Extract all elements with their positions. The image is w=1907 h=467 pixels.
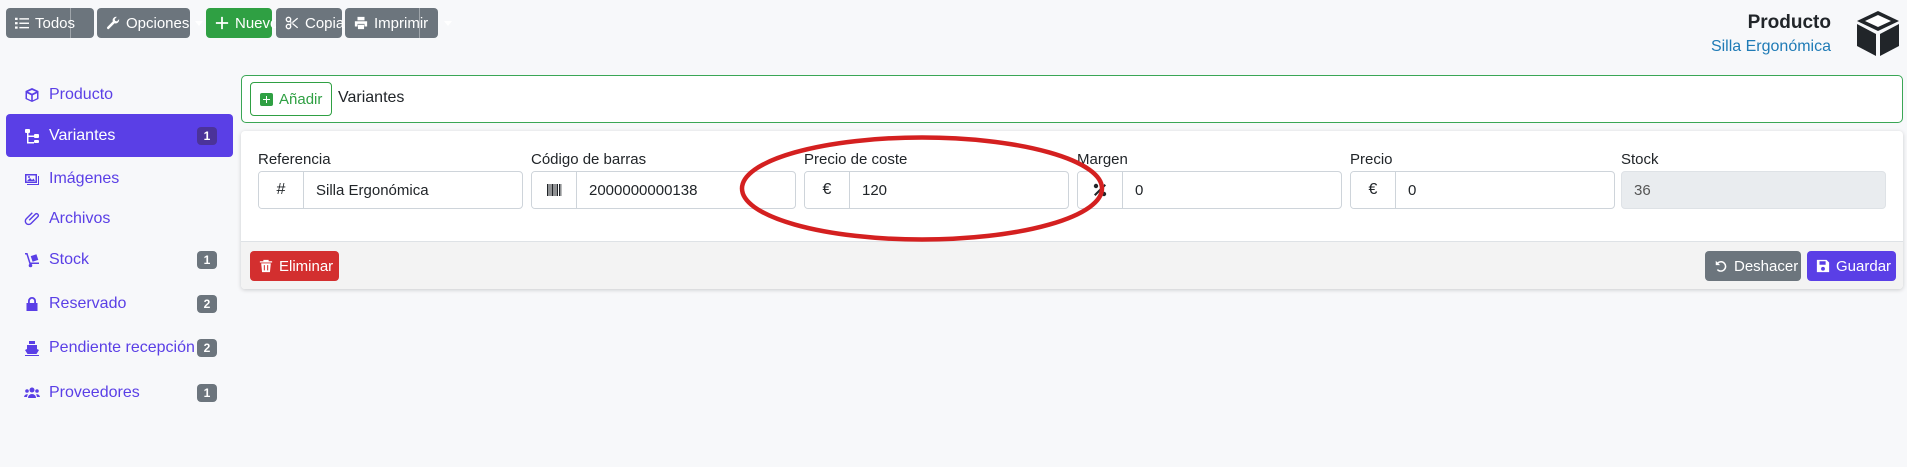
cube-icon	[25, 87, 39, 102]
codigo-barras-input[interactable]	[577, 172, 795, 208]
deshacer-button[interactable]: Deshacer	[1705, 251, 1801, 281]
printer-icon	[354, 16, 368, 30]
margen-field	[1077, 171, 1342, 209]
sitemap-icon	[25, 128, 39, 143]
referencia-input[interactable]	[304, 172, 522, 208]
scissors-icon	[285, 16, 299, 30]
sidebar-item-imagenes[interactable]: Imágenes	[6, 157, 233, 200]
imprimir-label: Imprimir	[374, 14, 429, 32]
sidebar-item-label: Pendiente recepción	[49, 338, 195, 356]
nuevo-button[interactable]: Nuevo	[206, 8, 278, 38]
list-icon	[15, 17, 29, 29]
wrench-icon	[106, 16, 120, 30]
opciones-label: Opciones	[126, 14, 190, 32]
codigo-barras-field	[531, 171, 796, 209]
percent-icon	[1078, 172, 1123, 208]
trash-icon	[259, 259, 273, 273]
copiar-button[interactable]: Copiar	[276, 8, 349, 38]
page-title: Producto	[1747, 12, 1831, 33]
box-logo-icon	[1857, 11, 1899, 56]
images-icon	[25, 173, 39, 185]
precio-label: Precio	[1350, 151, 1393, 168]
barcode-icon	[532, 172, 577, 208]
sidebar-item-archivos[interactable]: Archivos	[6, 197, 233, 240]
precio-coste-field: €	[804, 171, 1069, 209]
sidebar-item-label: Producto	[49, 85, 114, 103]
plus-square-icon	[260, 92, 273, 106]
stock-label: Stock	[1621, 151, 1659, 168]
chevron-down-icon[interactable]	[444, 20, 453, 26]
stock-input	[1622, 172, 1885, 208]
eliminar-button[interactable]: Eliminar	[250, 251, 339, 281]
sidebar-item-variantes[interactable]: Variantes 1	[6, 114, 233, 157]
sidebar-item-label: Stock	[49, 250, 90, 268]
guardar-label: Guardar	[1836, 257, 1892, 275]
precio-input[interactable]	[1396, 172, 1614, 208]
stock-field	[1621, 171, 1886, 209]
add-variant-button[interactable]: Añadir	[250, 82, 333, 116]
card-footer: Eliminar Deshacer Guardar	[241, 241, 1903, 289]
dolly-icon	[25, 252, 39, 267]
referencia-field: #	[258, 171, 523, 209]
copiar-label: Copiar	[305, 14, 350, 32]
precio-coste-label: Precio de coste	[804, 151, 908, 168]
save-icon	[1816, 259, 1830, 273]
count-badge: 1	[197, 126, 217, 145]
users-icon	[24, 387, 40, 398]
count-badge: 2	[197, 338, 217, 357]
euro-icon: €	[805, 172, 850, 208]
sidebar-item-stock[interactable]: Stock 1	[6, 238, 233, 281]
chevron-down-icon	[195, 20, 204, 26]
todos-button[interactable]: Todos	[6, 8, 108, 38]
sidebar-item-pendiente-recepcion[interactable]: Pendiente recepción 2	[6, 326, 233, 369]
sidebar-item-label: Imágenes	[49, 169, 120, 187]
hash-icon: #	[259, 172, 304, 208]
precio-field: €	[1350, 171, 1615, 209]
product-name-link[interactable]: Silla Ergonómica	[1711, 38, 1831, 56]
count-badge: 1	[197, 250, 217, 269]
opciones-dropdown[interactable]: Opciones	[97, 8, 204, 38]
variants-title: Variantes	[338, 89, 405, 106]
undo-icon	[1715, 260, 1727, 272]
referencia-label: Referencia	[258, 151, 331, 168]
sidebar-item-reservado[interactable]: Reservado 2	[6, 282, 233, 325]
count-badge: 1	[197, 383, 217, 402]
nuevo-label: Nuevo	[235, 14, 279, 32]
sidebar-item-proveedores[interactable]: Proveedores 1	[6, 371, 233, 414]
variants-header-bar: Añadir Variantes	[241, 75, 1903, 123]
precio-coste-input[interactable]	[850, 172, 1068, 208]
sidebar-item-label: Proveedores	[49, 383, 140, 401]
paperclip-icon	[24, 211, 39, 225]
plus-icon	[215, 16, 229, 30]
add-variant-label: Añadir	[279, 90, 323, 108]
header-title-block: Producto Silla Ergonómica	[1711, 12, 1831, 56]
guardar-button[interactable]: Guardar	[1807, 251, 1896, 281]
codigo-barras-label: Código de barras	[531, 151, 647, 168]
imprimir-button[interactable]: Imprimir	[345, 8, 453, 38]
margen-input[interactable]	[1123, 172, 1341, 208]
eliminar-label: Eliminar	[279, 257, 334, 275]
deshacer-label: Deshacer	[1734, 257, 1799, 275]
sidebar-item-label: Variantes	[49, 126, 116, 144]
euro-icon: €	[1351, 172, 1396, 208]
sidebar-item-label: Reservado	[49, 294, 127, 312]
margen-label: Margen	[1077, 151, 1128, 168]
sidebar-item-producto[interactable]: Producto	[6, 73, 233, 116]
sidebar-item-label: Archivos	[49, 209, 111, 227]
ship-icon	[25, 340, 39, 356]
count-badge: 2	[197, 294, 217, 313]
variant-card: Referencia # Código de barras Precio de …	[241, 131, 1903, 289]
lock-icon	[26, 296, 38, 311]
